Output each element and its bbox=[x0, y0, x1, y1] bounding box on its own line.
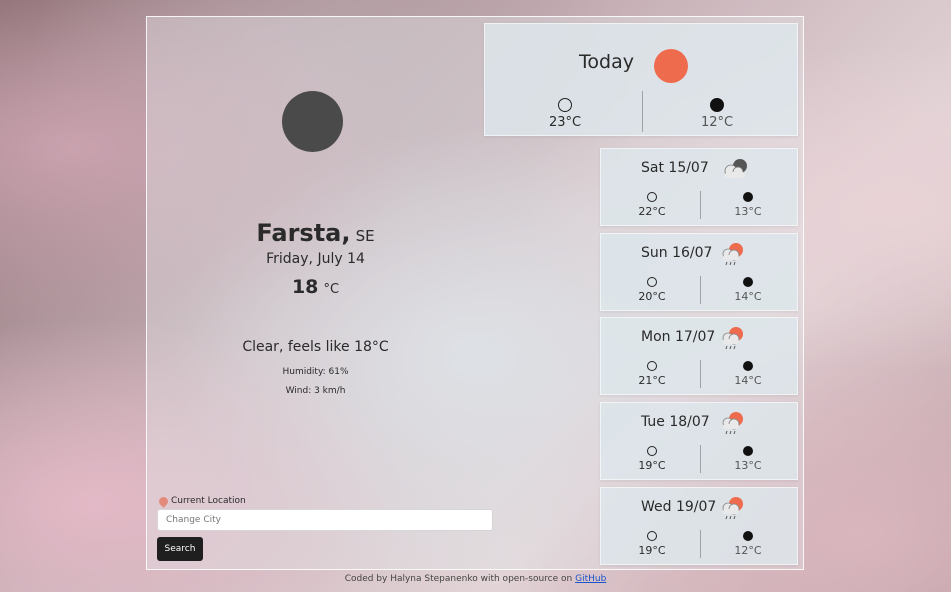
night-temp-value: 12°C bbox=[734, 544, 762, 557]
footer: Coded by Halyna Stepanenko with open-sou… bbox=[0, 574, 951, 584]
day-circle-icon bbox=[647, 361, 657, 371]
temperature-value: 18 bbox=[291, 276, 319, 298]
current-temperature: 18 °C bbox=[147, 276, 484, 298]
forecast-day-temp: 20°C bbox=[627, 277, 677, 303]
sun-icon bbox=[654, 49, 688, 83]
day-temp-value: 19°C bbox=[638, 459, 666, 472]
day-temp-value: 20°C bbox=[638, 290, 666, 303]
forecast-day-temp: 19°C bbox=[627, 531, 677, 557]
location-heading: Farsta, SE bbox=[147, 219, 484, 247]
night-temp-value: 12°C bbox=[700, 115, 734, 130]
current-location-link[interactable]: Current Location bbox=[157, 494, 246, 508]
night-circle-icon bbox=[743, 531, 753, 541]
divider bbox=[700, 276, 701, 304]
city-name: Farsta, bbox=[256, 219, 351, 247]
day-temp-value: 23°C bbox=[548, 115, 582, 130]
current-date: Friday, July 14 bbox=[266, 251, 365, 267]
wind-speed: Wind: 3 km/h bbox=[285, 386, 346, 396]
forecast-day-temp: 21°C bbox=[627, 361, 677, 387]
night-temp-value: 14°C bbox=[734, 290, 762, 303]
forecast-day-temp: 22°C bbox=[627, 192, 677, 218]
forecast-night-temp: 12°C bbox=[723, 531, 773, 557]
weather-description: Clear, feels like 18°C bbox=[242, 339, 389, 355]
sun-cloud-rain-icon bbox=[722, 327, 743, 350]
footer-credit: Coded by Halyna Stepanenko with open-sou… bbox=[344, 574, 576, 584]
forecast-card: Tue 18/07 19°C 13°C bbox=[600, 402, 798, 480]
divider bbox=[700, 530, 701, 558]
cloudy-icon bbox=[724, 159, 747, 178]
sun-cloud-rain-icon bbox=[722, 243, 743, 266]
divider bbox=[700, 360, 701, 388]
forecast-day-label: Sat 15/07 bbox=[641, 160, 709, 176]
divider bbox=[700, 191, 701, 219]
today-night-temp: 12°C bbox=[687, 98, 747, 130]
forecast-night-temp: 13°C bbox=[723, 192, 773, 218]
weather-app-container: Farsta, SE Friday, July 14 18 °C Clear, … bbox=[146, 16, 804, 570]
forecast-card: Sun 16/07 20°C 14°C bbox=[600, 233, 798, 311]
day-temp-value: 21°C bbox=[638, 374, 666, 387]
github-link[interactable]: GitHub bbox=[575, 574, 606, 584]
divider bbox=[642, 91, 643, 132]
forecast-card: Mon 17/07 21°C 14°C bbox=[600, 317, 798, 395]
current-weather-panel: Farsta, SE Friday, July 14 18 °C Clear, … bbox=[147, 17, 493, 569]
day-circle-icon bbox=[647, 277, 657, 287]
temperature-unit: °C bbox=[323, 282, 340, 297]
forecast-day-label: Wed 19/07 bbox=[641, 499, 717, 515]
sun-cloud-rain-icon bbox=[722, 497, 743, 520]
search-button[interactable]: Search bbox=[157, 537, 203, 561]
today-card: Today 23°C 12°C bbox=[484, 23, 798, 136]
day-temp-value: 22°C bbox=[638, 205, 666, 218]
night-temp-value: 13°C bbox=[734, 459, 762, 472]
forecast-day-label: Mon 17/07 bbox=[641, 329, 716, 345]
today-day-temp: 23°C bbox=[535, 98, 595, 130]
forecast-day-temp: 19°C bbox=[627, 446, 677, 472]
day-temp-value: 19°C bbox=[638, 544, 666, 557]
night-temp-value: 13°C bbox=[734, 205, 762, 218]
night-circle-icon bbox=[743, 277, 753, 287]
forecast-day-label: Sun 16/07 bbox=[641, 245, 713, 261]
forecast-night-temp: 14°C bbox=[723, 361, 773, 387]
night-circle-icon bbox=[743, 192, 753, 202]
day-circle-icon bbox=[647, 192, 657, 202]
day-circle-icon bbox=[647, 446, 657, 456]
country-code: SE bbox=[355, 227, 375, 245]
current-location-label: Current Location bbox=[171, 496, 246, 506]
night-temp-value: 14°C bbox=[734, 374, 762, 387]
night-circle-icon bbox=[743, 446, 753, 456]
location-pin-icon bbox=[157, 494, 170, 508]
forecast-night-temp: 13°C bbox=[723, 446, 773, 472]
forecast-card: Wed 19/07 19°C 12°C bbox=[600, 487, 798, 565]
moon-icon bbox=[282, 91, 343, 152]
today-title: Today bbox=[579, 51, 634, 73]
city-search-input[interactable] bbox=[157, 509, 493, 531]
night-circle-icon bbox=[743, 361, 753, 371]
sun-cloud-rain-icon bbox=[722, 412, 743, 435]
forecast-card: Sat 15/07 22°C 13°C bbox=[600, 148, 798, 226]
forecast-night-temp: 14°C bbox=[723, 277, 773, 303]
humidity: Humidity: 61% bbox=[282, 367, 349, 377]
divider bbox=[700, 445, 701, 473]
day-circle-icon bbox=[647, 531, 657, 541]
forecast-day-label: Tue 18/07 bbox=[641, 414, 710, 430]
night-circle-icon bbox=[710, 98, 724, 112]
day-circle-icon bbox=[558, 98, 572, 112]
